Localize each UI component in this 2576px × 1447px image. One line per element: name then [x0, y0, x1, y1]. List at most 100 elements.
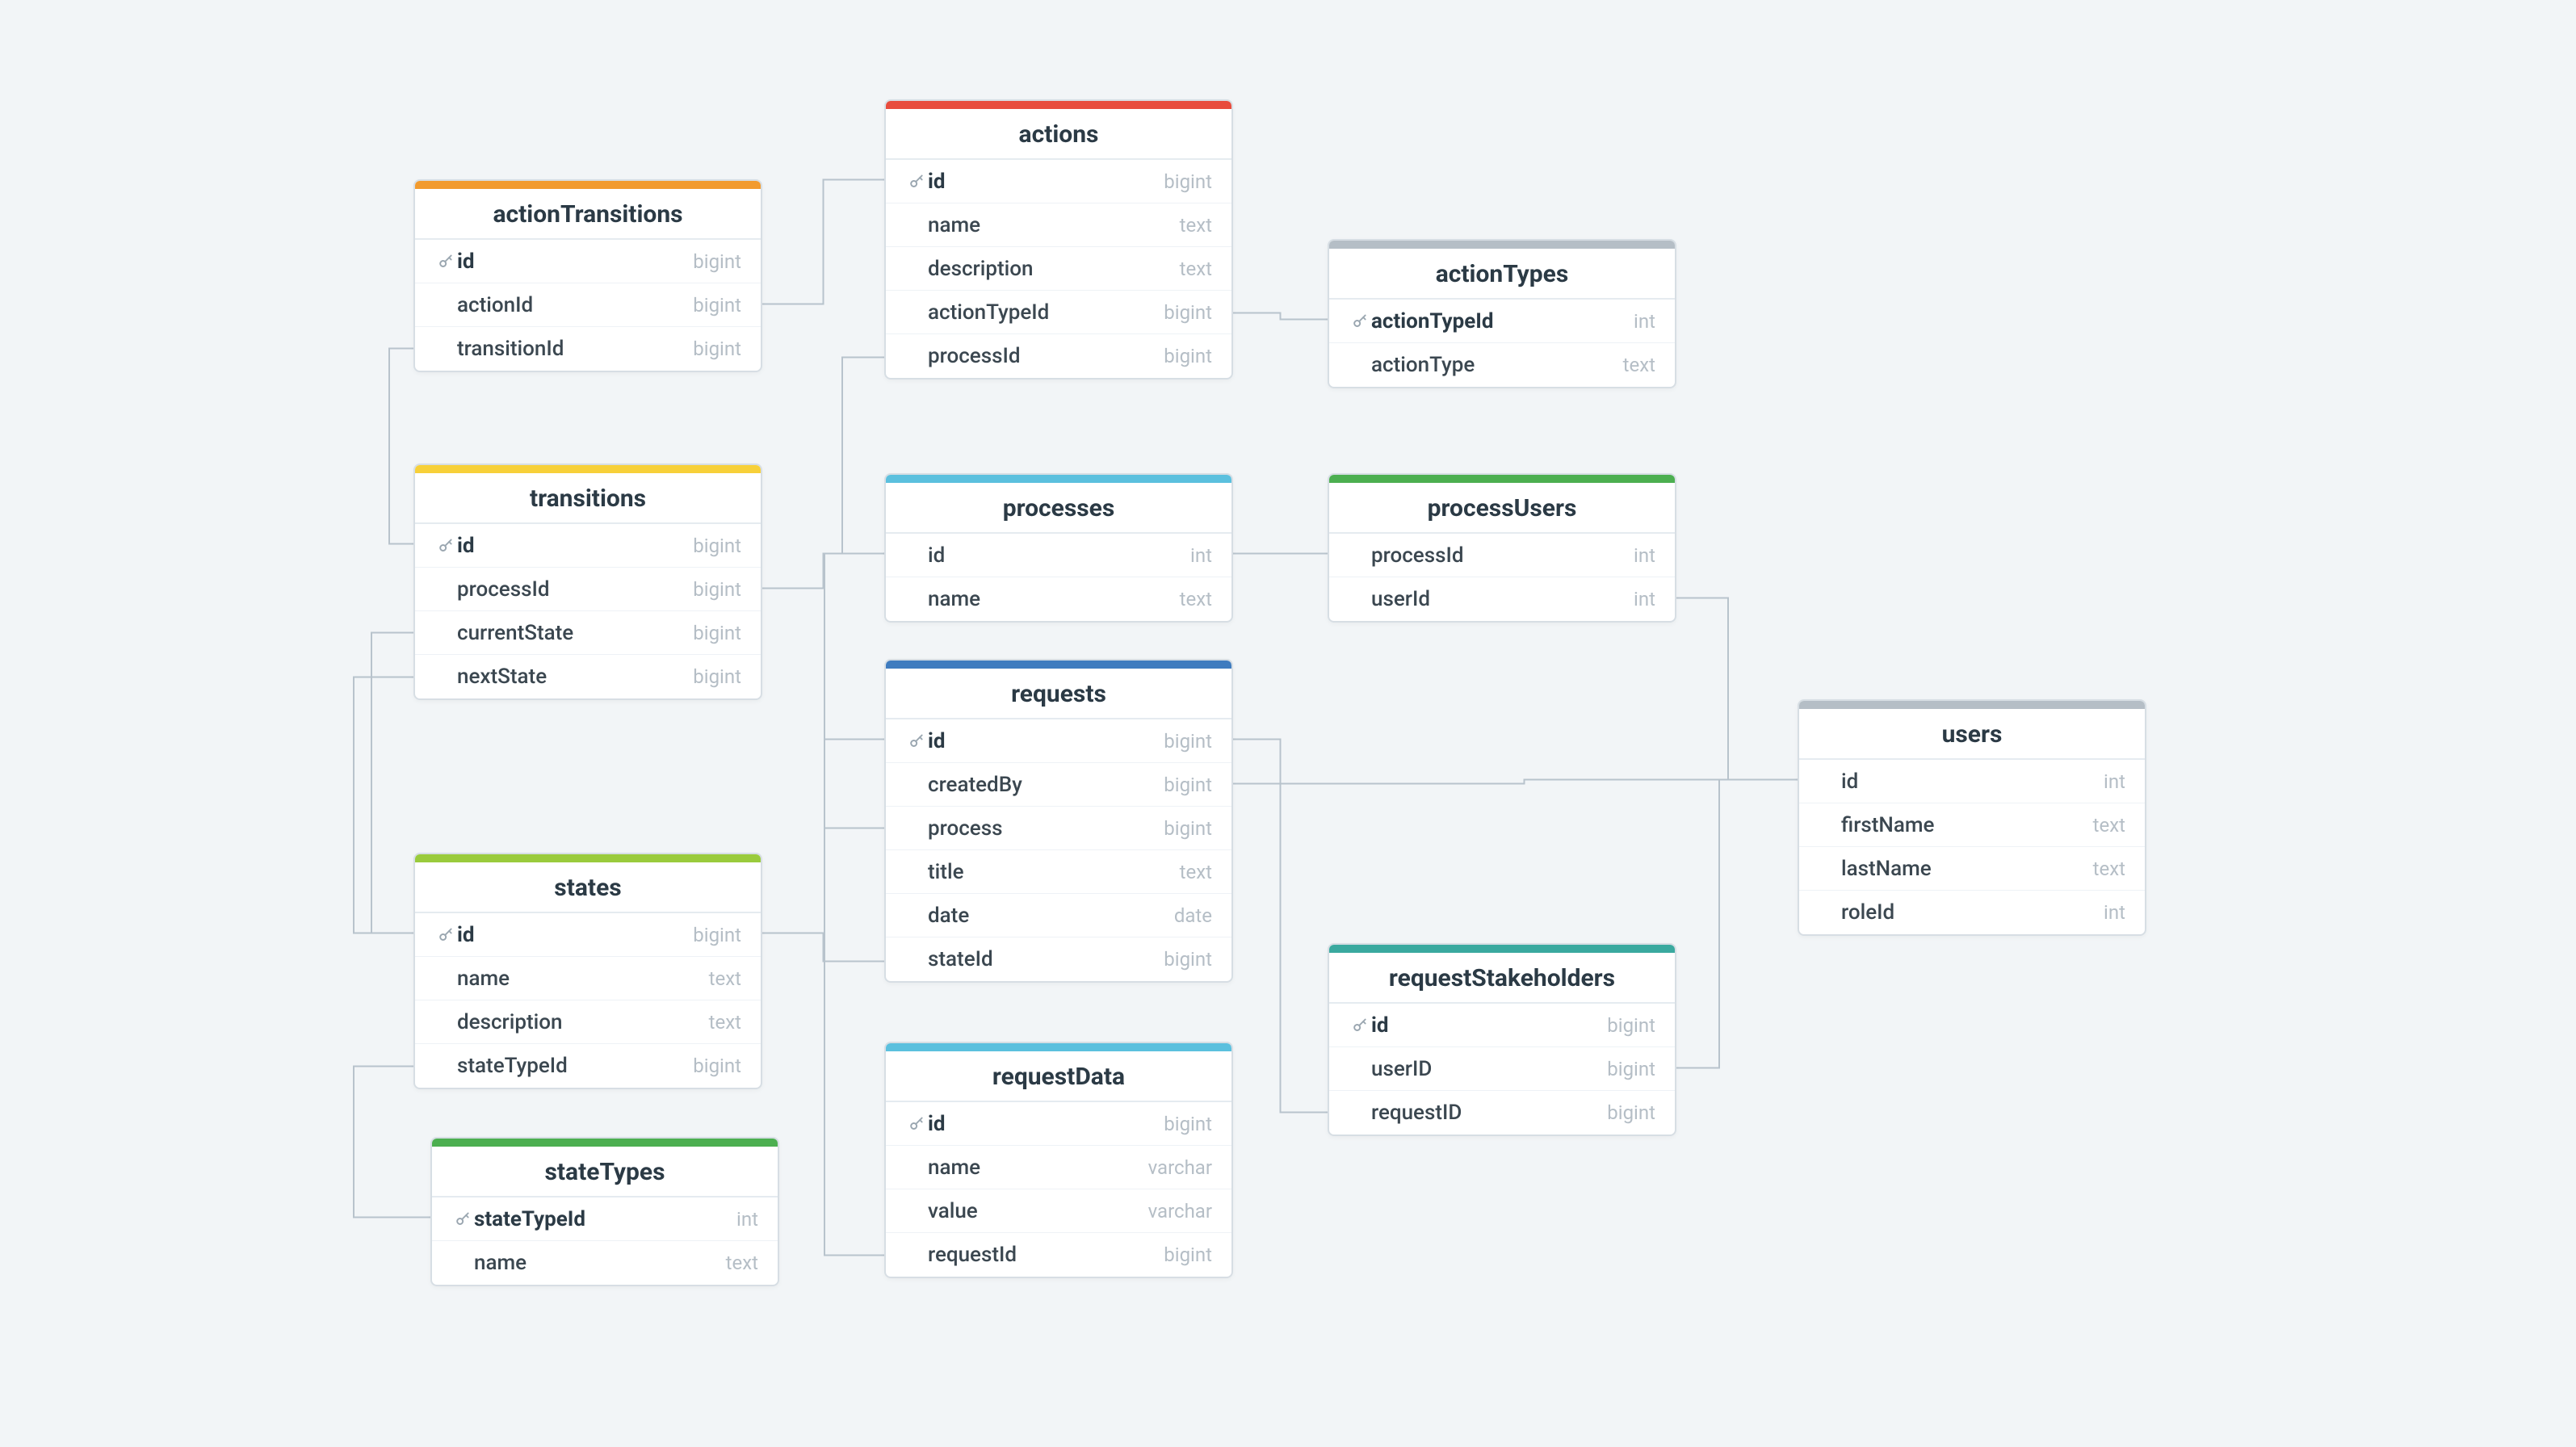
- column-type: bigint: [693, 338, 741, 360]
- column-row[interactable]: idint: [1799, 760, 2145, 803]
- column-row[interactable]: createdBybigint: [886, 763, 1231, 807]
- column-row[interactable]: idint: [886, 534, 1231, 577]
- column-name: actionTypeId: [1371, 309, 1634, 333]
- column-name: stateTypeId: [474, 1207, 736, 1231]
- entity-title: states: [415, 862, 761, 913]
- entity-title: actions: [886, 109, 1231, 160]
- column-row[interactable]: datedate: [886, 894, 1231, 937]
- column-row[interactable]: stateIdbigint: [886, 937, 1231, 981]
- column-row[interactable]: nextStatebigint: [415, 655, 761, 698]
- column-row[interactable]: requestIdbigint: [886, 1233, 1231, 1277]
- column-type: text: [1180, 214, 1212, 237]
- entity-title: requestStakeholders: [1329, 953, 1675, 1004]
- entity-transitions[interactable]: transitionsidbigintprocessIdbigintcurren…: [413, 463, 762, 700]
- column-row[interactable]: processbigint: [886, 807, 1231, 850]
- entity-states[interactable]: statesidbigintnametextdescriptiontextsta…: [413, 853, 762, 1089]
- erd-canvas[interactable]: actionTransitionsidbigintactionIdbigintt…: [0, 0, 2576, 1447]
- column-name: lastName: [1841, 857, 2093, 881]
- column-row[interactable]: idbigint: [886, 719, 1231, 763]
- column-type: varchar: [1148, 1200, 1212, 1223]
- column-name: processId: [1371, 543, 1634, 568]
- column-name: name: [928, 213, 1180, 237]
- column-row[interactable]: processIdint: [1329, 534, 1675, 577]
- entity-users[interactable]: usersidintfirstNametextlastNametextroleI…: [1798, 699, 2146, 936]
- column-row[interactable]: processIdbigint: [415, 568, 761, 611]
- entity-stateTypes[interactable]: stateTypesstateTypeIdintnametext: [430, 1137, 779, 1286]
- key-icon: [434, 927, 457, 943]
- entity-requestData[interactable]: requestDataidbigintnamevarcharvaluevarch…: [884, 1042, 1233, 1278]
- column-row[interactable]: idbigint: [415, 240, 761, 283]
- entity-accent: [886, 101, 1231, 109]
- entity-actionTransitions[interactable]: actionTransitionsidbigintactionIdbigintt…: [413, 179, 762, 372]
- column-row[interactable]: roleIdint: [1799, 891, 2145, 934]
- column-type: bigint: [693, 578, 741, 601]
- column-row[interactable]: userIdint: [1329, 577, 1675, 621]
- column-type: text: [726, 1252, 758, 1274]
- column-name: name: [457, 967, 709, 991]
- column-name: id: [457, 250, 693, 274]
- column-type: bigint: [1164, 774, 1212, 796]
- connector-line: [842, 358, 884, 554]
- column-name: id: [457, 534, 693, 558]
- column-row[interactable]: nametext: [432, 1241, 778, 1285]
- column-name: transitionId: [457, 337, 693, 361]
- column-type: varchar: [1148, 1156, 1212, 1179]
- column-row[interactable]: idbigint: [1329, 1004, 1675, 1047]
- column-name: title: [928, 860, 1180, 884]
- entity-title: processUsers: [1329, 483, 1675, 534]
- column-name: nextState: [457, 665, 693, 689]
- column-row[interactable]: idbigint: [886, 1102, 1231, 1146]
- column-row[interactable]: descriptiontext: [415, 1000, 761, 1044]
- entity-requests[interactable]: requestsidbigintcreatedBybigintprocessbi…: [884, 659, 1233, 983]
- column-row[interactable]: userIDbigint: [1329, 1047, 1675, 1091]
- entity-actions[interactable]: actionsidbigintnametextdescriptiontextac…: [884, 99, 1233, 380]
- column-row[interactable]: actionTypeIdint: [1329, 300, 1675, 343]
- column-row[interactable]: firstNametext: [1799, 803, 2145, 847]
- entity-requestStakeholders[interactable]: requestStakeholdersidbigintuserIDbigintr…: [1328, 943, 1676, 1136]
- column-row[interactable]: currentStatebigint: [415, 611, 761, 655]
- column-type: bigint: [1607, 1014, 1655, 1037]
- column-type: bigint: [1164, 730, 1212, 753]
- entity-processUsers[interactable]: processUsersprocessIdintuserIdint: [1328, 473, 1676, 623]
- column-row[interactable]: lastNametext: [1799, 847, 2145, 891]
- column-row[interactable]: valuevarchar: [886, 1189, 1231, 1233]
- column-type: bigint: [693, 924, 741, 946]
- column-name: actionId: [457, 293, 693, 317]
- column-row[interactable]: actionIdbigint: [415, 283, 761, 327]
- column-name: id: [928, 1112, 1164, 1136]
- column-row[interactable]: idbigint: [415, 524, 761, 568]
- column-name: actionType: [1371, 353, 1623, 377]
- column-row[interactable]: idbigint: [415, 913, 761, 957]
- key-icon: [434, 538, 457, 554]
- column-name: value: [928, 1199, 1148, 1223]
- column-row[interactable]: stateTypeIdbigint: [415, 1044, 761, 1088]
- entity-actionTypes[interactable]: actionTypesactionTypeIdintactionTypetext: [1328, 239, 1676, 388]
- column-row[interactable]: actionTypetext: [1329, 343, 1675, 387]
- entity-processes[interactable]: processesidintnametext: [884, 473, 1233, 623]
- column-row[interactable]: namevarchar: [886, 1146, 1231, 1189]
- column-type: bigint: [693, 294, 741, 317]
- connector-line: [762, 554, 884, 589]
- entity-accent: [1329, 241, 1675, 249]
- connector-line: [762, 933, 884, 962]
- key-icon: [1349, 1017, 1371, 1034]
- column-type: bigint: [1164, 948, 1212, 971]
- column-row[interactable]: actionTypeIdbigint: [886, 291, 1231, 334]
- column-row[interactable]: nametext: [415, 957, 761, 1000]
- column-row[interactable]: stateTypeIdint: [432, 1197, 778, 1241]
- column-row[interactable]: descriptiontext: [886, 247, 1231, 291]
- column-name: currentState: [457, 621, 693, 645]
- column-type: int: [1634, 588, 1655, 610]
- column-row[interactable]: titletext: [886, 850, 1231, 894]
- column-name: process: [928, 816, 1164, 841]
- column-row[interactable]: processIdbigint: [886, 334, 1231, 378]
- connector-line: [1233, 740, 1328, 1113]
- column-row[interactable]: nametext: [886, 203, 1231, 247]
- column-row[interactable]: requestIDbigint: [1329, 1091, 1675, 1135]
- column-row[interactable]: idbigint: [886, 160, 1231, 203]
- column-row[interactable]: transitionIdbigint: [415, 327, 761, 371]
- column-name: id: [457, 923, 693, 947]
- column-type: text: [2093, 858, 2125, 880]
- column-row[interactable]: nametext: [886, 577, 1231, 621]
- connector-line: [1676, 598, 1798, 780]
